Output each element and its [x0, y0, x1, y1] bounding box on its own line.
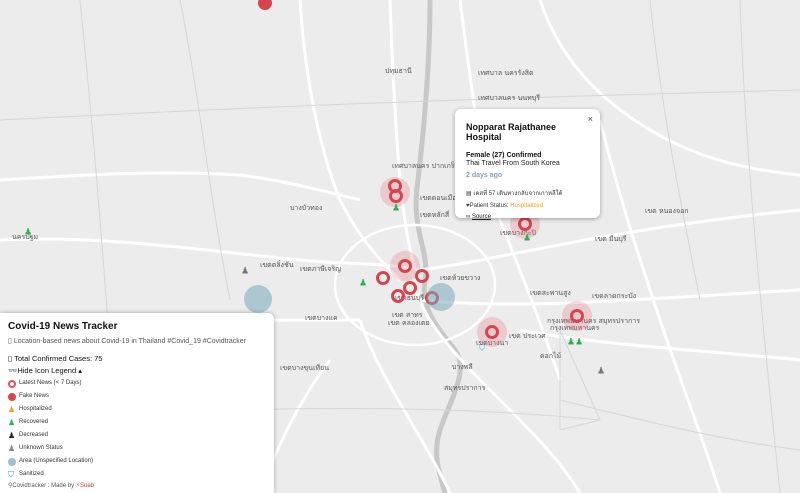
place-label: เขตสะพานสูง [530, 289, 571, 297]
panel-description-text: Location-based news about Covid-19 in Th… [13, 338, 246, 345]
place-label: เขต ประเวศ [509, 332, 546, 340]
legend-item: ♟ Recovered [8, 416, 266, 429]
popup-status-label: Patient Status: [469, 203, 509, 209]
case-popup: × Nopparat Rajathanee Hospital Female (2… [455, 109, 600, 220]
place-label: บางพลี [452, 363, 473, 371]
popup-time-ago: 2 days ago [466, 172, 503, 179]
recovered-icon[interactable]: ♟ [523, 233, 531, 243]
case-marker[interactable] [376, 271, 390, 285]
place-label: เขตหลักสี่ [420, 211, 450, 219]
panel-title: Covid-19 News Tracker [8, 321, 118, 332]
legend-item: Latest News (< 7 Days) [8, 377, 266, 390]
place-label: เทศบาล นครรังสิต [478, 69, 534, 77]
footer-prefix: Covidtracker : Made by [12, 483, 75, 489]
legend-toggle-button[interactable]: 👓Hide Icon Legend ▴ [8, 366, 266, 375]
legend-item: ♟ Decreased [8, 429, 266, 442]
popup-status-value: Hospitalized [510, 203, 543, 209]
place-label: เขต คลองเตย [388, 319, 430, 327]
case-marker[interactable] [398, 259, 412, 273]
panel-description: ▯ Location-based news about Covid-19 in … [8, 337, 266, 345]
case-marker[interactable] [391, 289, 405, 303]
popup-source-line: ∞ Source [466, 214, 590, 220]
place-label: เขตตลิ่งชัน [260, 261, 294, 269]
place-label: ดอกไม้ [540, 352, 562, 360]
place-label: บางบัวทอง [290, 204, 323, 212]
case-marker[interactable] [403, 281, 417, 295]
place-label: เขต มีนบุรี [595, 235, 627, 243]
glasses-icon: 👓 [8, 366, 18, 375]
recovered-icon: ♟ [8, 417, 16, 427]
decreased-icon: ♟ [8, 430, 16, 440]
place-label: เทศบาลนคร ปากเกร็ด [392, 162, 460, 170]
icon-legend: Latest News (< 7 Days) Fake News ♟ Hospi… [8, 377, 266, 481]
legend-item: Fake News [8, 390, 266, 403]
legend-item: ⛉ Sanitized [8, 468, 266, 481]
place-label: ปทุมธานี [385, 67, 412, 75]
legend-label: Unknown Status [19, 445, 63, 451]
area-icon [8, 457, 16, 466]
place-label: เขตบางขุนเทียน [280, 364, 329, 372]
popup-travel-line: Thai Travel From South Korea [466, 160, 560, 167]
total-cases-text: Total Confirmed Cases: 75 [14, 354, 103, 363]
unknown-status-icon[interactable]: ♟ [241, 266, 249, 276]
place-label: เขตลาดกระบัง [592, 292, 637, 300]
place-label: เขตบางแค [305, 314, 338, 322]
place-label: เขตภาษีเจริญ [300, 265, 342, 273]
author-name: Suab [80, 483, 95, 489]
legend-label: Decreased [19, 432, 49, 438]
popup-title: Nopparat Rajathanee Hospital [466, 122, 557, 142]
clipboard-icon: ▤ [466, 191, 472, 197]
popup-close-button[interactable]: × [588, 114, 593, 124]
place-label: เทศบาลนคร นนทบุรี [478, 94, 540, 102]
popup-gender-line: Female (27) Confirmed [466, 152, 542, 159]
popup-case-line: ▤ เคสที่ 57 เดินทางกลับจากเกาหลีใต้ [466, 188, 590, 198]
place-label: เขต หนองจอก [645, 207, 689, 215]
legend-item: ♟ Hospitalized [8, 403, 266, 416]
legend-label: Hospitalized [19, 406, 52, 412]
legend-label: Area (Unspecified Location) [19, 458, 94, 464]
popup-status-line: ♥Patient Status: Hospitalized [466, 203, 590, 209]
recovered-icon[interactable]: ♟ [392, 203, 400, 213]
page-icon: ▯ [8, 338, 12, 345]
area-marker[interactable] [244, 285, 272, 313]
hospitalized-icon: ♟ [8, 404, 16, 414]
legend-item: Area (Unspecified Location) [8, 455, 266, 468]
case-marker[interactable] [570, 309, 584, 323]
latest-news-icon [8, 379, 16, 388]
legend-item: ♟ Unknown Status [8, 442, 266, 455]
recovered-icon[interactable]: ♟♟ [567, 337, 583, 347]
case-marker[interactable] [389, 189, 403, 203]
legend-label: Sanitized [19, 471, 44, 477]
caret-up-icon: ▴ [78, 366, 82, 375]
legend-label: Recovered [19, 419, 49, 425]
sanitized-icon: ⛉ [8, 469, 14, 479]
document-icon: ▯ [8, 354, 13, 363]
popup-case-text: เคสที่ 57 เดินทางกลับจากเกาหลีใต้ [473, 191, 563, 197]
place-label: สมุทรปราการ [444, 384, 486, 392]
tracker-panel: Covid-19 News Tracker ▯ Location-based n… [0, 313, 274, 493]
case-marker[interactable] [415, 269, 429, 283]
fake-news-icon [8, 392, 16, 401]
legend-label: Fake News [19, 393, 50, 399]
recovered-icon[interactable]: ♟ [359, 278, 367, 288]
total-cases: ▯ Total Confirmed Cases: 75 [8, 354, 266, 363]
recovered-icon[interactable]: ♟ [24, 227, 32, 237]
legend-label: Latest News (< 7 Days) [19, 380, 82, 386]
place-label: เขตดอนเมือง [420, 194, 460, 202]
author-link[interactable]: ⚡Suab [76, 483, 94, 489]
unknown-status-icon[interactable]: ♟ [597, 366, 605, 376]
area-marker[interactable] [427, 283, 455, 311]
sanitized-icon[interactable]: ⛉ [479, 343, 486, 353]
panel-footer: ⚲Covidtracker : Made by ⚡Suab [8, 482, 266, 489]
place-label: เขต สาทร [392, 311, 423, 319]
popup-source-link[interactable]: Source [472, 214, 491, 220]
unknown-status-icon: ♟ [8, 443, 16, 453]
place-label: เขตห้วยขวาง [440, 274, 481, 282]
legend-toggle-label: Hide Icon Legend [17, 366, 77, 375]
case-marker[interactable] [485, 325, 499, 339]
link-icon: ∞ [466, 214, 471, 220]
